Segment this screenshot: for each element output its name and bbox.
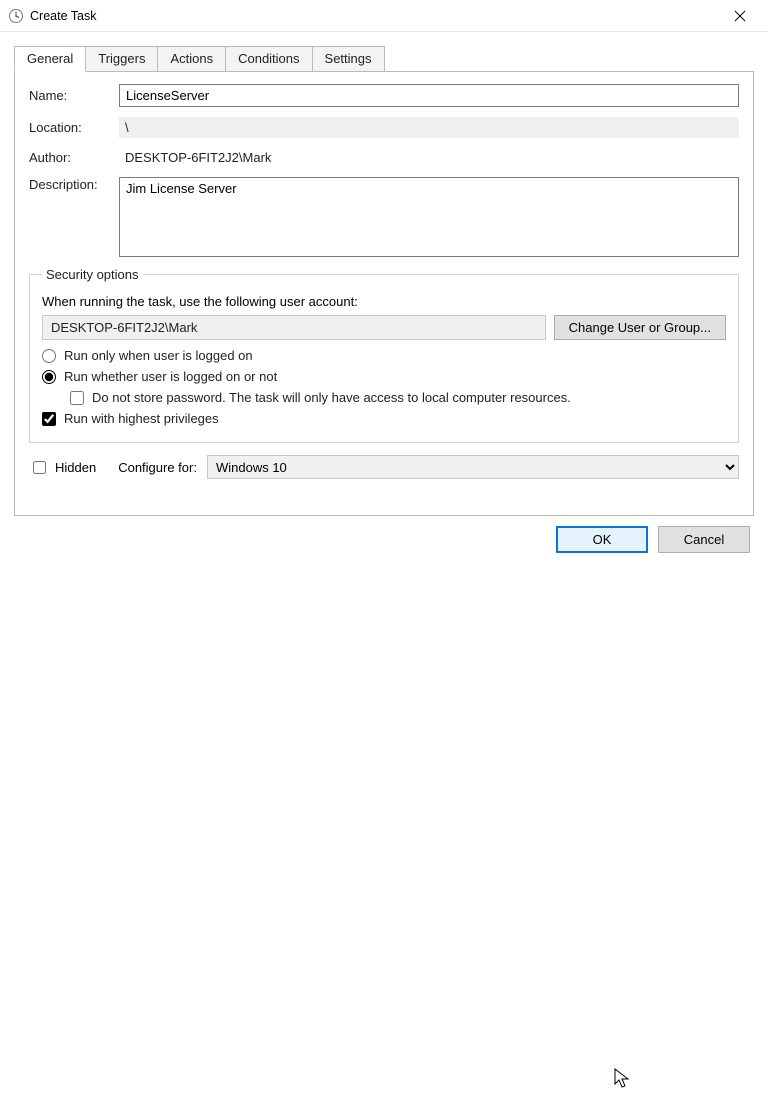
tab-settings[interactable]: Settings [312,46,385,71]
radio-run-logged-or-not-label: Run whether user is logged on or not [64,369,277,384]
tabstrip: General Triggers Actions Conditions Sett… [14,46,754,71]
window-title: Create Task [30,9,717,23]
check-highest-privileges-input[interactable] [42,412,56,426]
location-label: Location: [29,120,119,135]
check-do-not-store-password-label: Do not store password. The task will onl… [92,390,571,405]
author-label: Author: [29,150,119,165]
cursor-arrow-icon [614,1068,632,1093]
tabpanel-general: Name: Location: \ Author: DESKTOP-6FIT2J… [14,71,754,516]
radio-run-logged-or-not-input[interactable] [42,370,56,384]
scheduler-clock-icon [8,8,24,24]
radio-run-logged-on-input[interactable] [42,349,56,363]
change-user-button[interactable]: Change User or Group... [554,315,726,340]
check-do-not-store-password[interactable]: Do not store password. The task will onl… [70,390,726,405]
name-label: Name: [29,88,119,103]
ok-button[interactable]: OK [556,526,648,553]
tab-triggers[interactable]: Triggers [85,46,158,71]
tab-general[interactable]: General [14,46,86,72]
radio-run-logged-or-not[interactable]: Run whether user is logged on or not [42,369,726,384]
configure-for-select[interactable]: Windows 10 [207,455,739,479]
check-highest-privileges-label: Run with highest privileges [64,411,219,426]
titlebar: Create Task [0,0,768,32]
tab-actions[interactable]: Actions [157,46,226,71]
name-input[interactable] [119,84,739,107]
check-hidden-label: Hidden [55,460,96,475]
check-hidden[interactable]: Hidden [29,458,96,477]
check-hidden-input[interactable] [33,461,46,474]
security-prompt: When running the task, use the following… [42,294,726,309]
radio-run-logged-on-label: Run only when user is logged on [64,348,253,363]
location-value: \ [119,117,739,138]
security-options-group: Security options When running the task, … [29,267,739,443]
security-legend: Security options [42,267,143,282]
security-account: DESKTOP-6FIT2J2\Mark [42,315,546,340]
description-input[interactable] [119,177,739,257]
author-value: DESKTOP-6FIT2J2\Mark [119,148,739,167]
close-button[interactable] [717,2,762,30]
radio-run-logged-on[interactable]: Run only when user is logged on [42,348,726,363]
configure-for-label: Configure for: [118,460,197,475]
close-icon [734,10,746,22]
cancel-button[interactable]: Cancel [658,526,750,553]
description-label: Description: [29,177,119,192]
check-do-not-store-password-input[interactable] [70,391,84,405]
check-highest-privileges[interactable]: Run with highest privileges [42,411,726,426]
tab-conditions[interactable]: Conditions [225,46,312,71]
